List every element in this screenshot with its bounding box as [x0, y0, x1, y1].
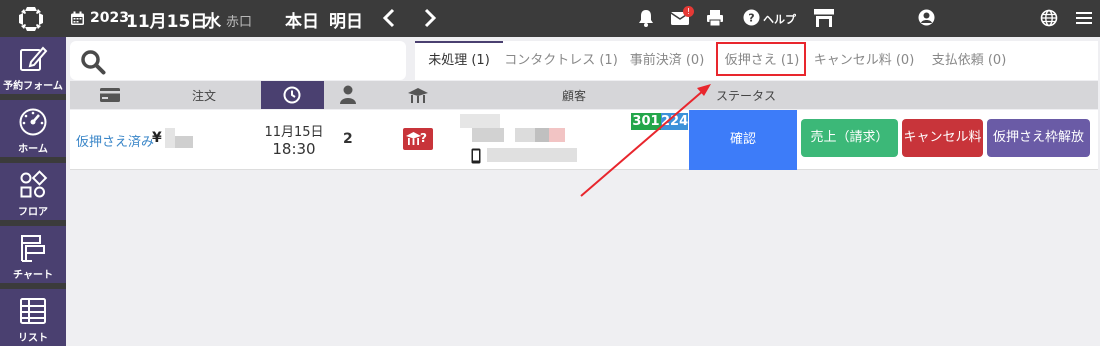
sidebar-item-label: 予約フォーム — [3, 81, 63, 92]
sidebar-item-floor[interactable]: フロア — [0, 163, 66, 223]
seat-icon — [408, 88, 428, 103]
edit-icon — [20, 46, 48, 71]
redacted-phone-number — [487, 148, 577, 162]
tab-tentative-hold[interactable]: 仮押さえ (1) — [715, 41, 809, 80]
today-button[interactable]: 本日 — [285, 7, 319, 32]
seat-preference-badge[interactable]: ? — [403, 128, 433, 150]
hamburger-menu-icon[interactable] — [1076, 10, 1092, 26]
tab-contactless[interactable]: コンタクトレス (1) — [503, 41, 619, 80]
user-icon[interactable] — [918, 9, 935, 26]
floor-icon — [20, 170, 48, 198]
search-icon[interactable] — [80, 49, 106, 75]
list-icon — [20, 298, 46, 324]
tab-unprocessed[interactable]: 未処理 (1) — [415, 41, 503, 80]
redacted-customer-name — [515, 128, 535, 142]
chevron-left-icon[interactable] — [382, 8, 396, 28]
sidebar-item-home[interactable]: ホーム — [0, 100, 66, 160]
sidebar-item-list[interactable]: リスト — [0, 289, 66, 346]
sidebar-item-label: チャート — [13, 270, 53, 281]
header-year: 2023 — [90, 10, 129, 26]
party-size: 2 — [343, 131, 353, 147]
table-header: 注文 顧客 ステータス — [70, 81, 1098, 109]
reservation-date: 11月15日 — [264, 125, 324, 140]
sidebar-item-label: リスト — [18, 333, 48, 344]
column-order: 注文 — [192, 89, 217, 103]
sidebar-item-label: ホーム — [18, 144, 48, 155]
column-status: ステータス — [716, 89, 777, 103]
redacted-amount — [165, 128, 175, 148]
dashboard-icon — [19, 108, 47, 136]
column-customer: 顧客 — [562, 89, 587, 103]
cancellation-fee-button[interactable]: キャンセル料 — [902, 119, 983, 157]
sidebar-item-label: フロア — [18, 207, 48, 218]
confirm-button[interactable]: 確認 — [689, 110, 797, 170]
person-icon — [340, 85, 356, 104]
bell-icon[interactable] — [637, 9, 655, 27]
clock-icon — [283, 86, 301, 104]
table-tag: 224 — [661, 113, 689, 130]
chart-icon — [21, 235, 45, 262]
globe-icon[interactable] — [1040, 9, 1058, 27]
column-time[interactable] — [261, 81, 324, 109]
mail-badge: ! — [683, 6, 694, 17]
sidebar: 予約フォーム ホーム フロア チャート リスト — [0, 37, 66, 346]
tab-cancellation-fee[interactable]: キャンセル料 (0) — [809, 41, 919, 80]
sales-charge-button[interactable]: 売上（請求） — [801, 119, 898, 157]
release-hold-button[interactable]: 仮押さえ枠解放 — [987, 119, 1090, 157]
redacted-customer-name — [535, 128, 549, 142]
currency-symbol: ¥ — [152, 130, 162, 146]
chevron-right-icon[interactable] — [423, 8, 437, 28]
logo-icon[interactable] — [18, 6, 44, 32]
help-label[interactable]: ヘルプ — [763, 11, 796, 27]
header-date[interactable]: 11月15日 — [126, 7, 207, 32]
tab-prepaid[interactable]: 事前決済 (0) — [619, 41, 715, 80]
tomorrow-button[interactable]: 明日 — [329, 7, 363, 32]
table-row[interactable]: 仮押さえ済み ¥ 11月15日 18:30 2 ? 301 224 確認 売上（… — [70, 110, 1098, 170]
reservation-time: 18:30 — [272, 140, 316, 158]
search-box — [70, 41, 406, 80]
store-icon[interactable] — [813, 8, 835, 28]
table-tag: 301 — [631, 113, 661, 130]
search-input[interactable] — [114, 49, 394, 73]
help-icon[interactable]: ? — [743, 9, 760, 26]
redacted-customer-name — [460, 114, 500, 128]
tab-bar: 未処理 (1) コンタクトレス (1) 事前決済 (0) 仮押さえ (1) キャ… — [415, 41, 1098, 80]
header-day-of-week: 水 — [204, 12, 221, 32]
sidebar-item-reservation-form[interactable]: 予約フォーム — [0, 37, 66, 97]
credit-card-icon — [100, 88, 120, 102]
sidebar-item-chart[interactable]: チャート — [0, 226, 66, 286]
seat-icon — [406, 132, 421, 145]
top-bar: 2023 11月15日 水 赤口 本日 明日 ! ? ヘルプ — [0, 0, 1100, 37]
phone-icon — [471, 148, 481, 164]
redacted-amount — [175, 136, 193, 148]
svg-text:?: ? — [748, 12, 754, 25]
reservation-state-link[interactable]: 仮押さえ済み — [76, 131, 154, 150]
seat-unknown-mark: ? — [420, 131, 427, 145]
header-venue: 赤口 — [226, 15, 253, 30]
tab-payment-request[interactable]: 支払依頼 (0) — [919, 41, 1019, 80]
calendar-icon[interactable] — [70, 11, 85, 26]
redacted-customer-name — [549, 128, 565, 142]
redacted-customer-name — [472, 128, 504, 142]
printer-icon[interactable] — [706, 9, 724, 27]
